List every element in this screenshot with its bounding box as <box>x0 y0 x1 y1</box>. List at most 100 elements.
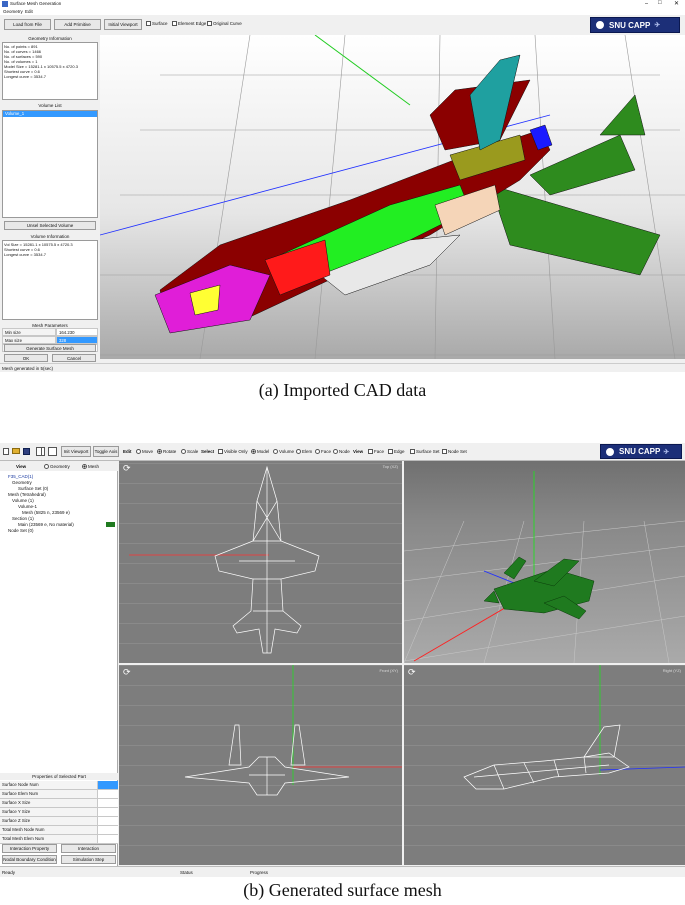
status-field: Status <box>180 870 193 875</box>
model-radio[interactable]: Model <box>251 449 269 454</box>
volume-info-line: Longest curve = 3534.7 <box>4 252 46 257</box>
snu-capp-logo: SNU CAPP ✈ <box>590 17 680 33</box>
geometry-radio[interactable]: Geometry <box>44 464 70 469</box>
single-view-icon[interactable] <box>48 447 57 456</box>
original-curve-toggle[interactable]: Original Curve <box>207 21 242 26</box>
viewport-perspective[interactable] <box>404 461 685 663</box>
rotate-radio[interactable]: Rotate <box>157 449 176 454</box>
node-radio[interactable]: Node <box>333 449 350 454</box>
property-row: Surface Node Num <box>0 781 118 790</box>
add-primitive-button[interactable]: Add Primitive <box>54 19 101 30</box>
open-folder-icon[interactable] <box>12 448 20 454</box>
view-face-checkbox[interactable]: Face <box>368 449 384 454</box>
node-set-check-icon <box>442 449 447 454</box>
maximize-button[interactable]: □ <box>658 0 662 6</box>
generate-surface-mesh[interactable]: Generate Surface Mesh <box>4 344 96 352</box>
load-file-button[interactable]: Load from File <box>4 19 51 30</box>
volume-radio-icon <box>273 449 278 454</box>
tree-item-node-set[interactable]: Node Set (0) <box>8 528 34 533</box>
tree-item-surface-set[interactable]: Surface Set (0) <box>18 486 48 491</box>
menu-geometry[interactable]: Geometry <box>3 9 23 14</box>
minimize-button[interactable]: – <box>645 1 648 7</box>
save-icon[interactable] <box>23 448 30 455</box>
interaction-property-button[interactable]: Interaction Property <box>2 844 57 853</box>
simulation-step-button[interactable]: Simulation Step <box>61 855 116 864</box>
visible-only-check-icon <box>218 449 223 454</box>
grid-view-icon[interactable] <box>36 447 45 456</box>
ok-button-a[interactable]: OK <box>4 354 48 362</box>
mesh-top-view <box>129 465 320 654</box>
model-radio-icon <box>251 449 256 454</box>
property-value <box>98 781 118 789</box>
visible-only-checkbox[interactable]: Visible Only <box>218 449 248 454</box>
top-window: Surface Mesh Generation – □ ✕ Geometry E… <box>0 0 685 372</box>
min-size-row: Min size 164.230 <box>2 328 98 336</box>
move-radio[interactable]: Move <box>136 449 153 454</box>
init-viewport-button[interactable]: Init Viewport <box>61 446 91 457</box>
surface-set-checkbox[interactable]: Surface Set <box>410 449 440 454</box>
toggle-axis-button[interactable]: Toggle Axis <box>93 446 119 457</box>
tree-item-root[interactable]: F35_CAD(1) <box>8 474 33 479</box>
model-tree-panel: View Geometry Mesh F35_CAD(1) Geometry S… <box>0 461 118 866</box>
viewport-top[interactable]: ⟳ Top (XZ) <box>119 461 402 663</box>
aircraft-logo-icon: ✈ <box>654 22 661 29</box>
volume-list-title: Volume List <box>38 103 62 108</box>
element-edge-toggle[interactable]: Element Edge <box>172 21 206 26</box>
status-text: Mesh generated in 5(sec) <box>2 366 54 371</box>
interaction-button[interactable]: Interaction <box>61 844 116 853</box>
tree-item-geometry[interactable]: Geometry <box>12 480 32 485</box>
surface-toggle[interactable]: Surface <box>146 21 168 26</box>
university-seal-icon <box>604 445 616 458</box>
volume-radio[interactable]: Volume <box>273 449 294 454</box>
tree-item-volume[interactable]: Volume (1) <box>12 498 34 503</box>
mesh-perspective-view <box>404 471 685 663</box>
caption-b: (b) Generated surface mesh <box>243 880 442 900</box>
cancel-button[interactable]: Cancel <box>52 354 96 362</box>
right-wing <box>489 184 661 276</box>
mesh-radio-icon <box>82 464 87 469</box>
unselect-volume-button[interactable]: Unsel Selected Volume <box>4 221 96 230</box>
property-row: Surface Z Size <box>0 817 118 826</box>
elem-radio[interactable]: Elem <box>296 449 312 454</box>
cad-viewport[interactable] <box>100 35 685 359</box>
tree-item-section[interactable]: Section (1) <box>12 516 34 521</box>
view-edge-check-icon <box>388 449 393 454</box>
nodal-bc-button[interactable]: Nodal Boundary Condition <box>2 855 57 864</box>
tree-item-mesh[interactable]: Mesh (Tetrahedral) <box>8 492 46 497</box>
min-size-input[interactable]: 164.230 <box>56 328 98 336</box>
tree-item-mesh-stats[interactable]: Mesh (5825 n, 23569 e) <box>22 510 70 515</box>
move-radio-icon <box>136 449 141 454</box>
volume-info-title: Volume Information <box>30 234 70 239</box>
tree-item-main-section[interactable]: Main (23569 e, No material) <box>18 522 74 527</box>
property-row: Surface X Size <box>0 799 118 808</box>
viewport-front[interactable]: ⟳ Front (XY) <box>119 665 402 865</box>
viewport-right[interactable]: ⟳ Right (YZ) <box>404 665 685 865</box>
mesh-radio[interactable]: Mesh <box>82 464 99 469</box>
toolbar: Load from File Add Primitive Initial Vie… <box>0 15 685 35</box>
max-size-row: Max size 328 <box>2 336 98 344</box>
geometry-info-title: Geometry Information <box>28 36 72 41</box>
close-button[interactable]: ✕ <box>674 0 679 7</box>
bottom-toolbar: Init Viewport Toggle Axis Edit Move Rota… <box>0 443 685 461</box>
scale-radio-icon <box>181 449 186 454</box>
menu-edit[interactable]: Edit <box>25 9 33 14</box>
face-radio[interactable]: Face <box>315 449 331 454</box>
node-set-checkbox[interactable]: Node Set <box>442 449 467 454</box>
min-size-label: Min size <box>2 328 56 336</box>
max-size-input[interactable]: 328 <box>56 336 98 344</box>
geometry-info-box: No. of points = 891 No. of curves = 1466… <box>2 42 98 100</box>
new-file-icon[interactable] <box>3 448 9 455</box>
volume-info-box: Vol Size = 15281.1 x 10575.5 x 4720.3 Sh… <box>2 240 98 320</box>
scale-radio[interactable]: Scale <box>181 449 198 454</box>
volume-list[interactable]: Volume_1 <box>2 110 98 218</box>
face-radio-icon <box>315 449 320 454</box>
geometry-info-line: Longest curve = 3534.7 <box>4 74 46 79</box>
tree-item-volume-1[interactable]: Volume-1 <box>18 504 37 509</box>
app-icon <box>2 1 8 7</box>
view-edge-checkbox[interactable]: Edge <box>388 449 405 454</box>
volume-list-item[interactable]: Volume_1 <box>3 111 97 117</box>
window-title: Surface Mesh Generation <box>10 1 62 6</box>
initial-viewport-button[interactable]: Initial Viewport <box>104 19 142 30</box>
y-axis-line <box>314 35 411 106</box>
properties-table: Surface Node Num Surface Elem Num Surfac… <box>0 781 118 846</box>
